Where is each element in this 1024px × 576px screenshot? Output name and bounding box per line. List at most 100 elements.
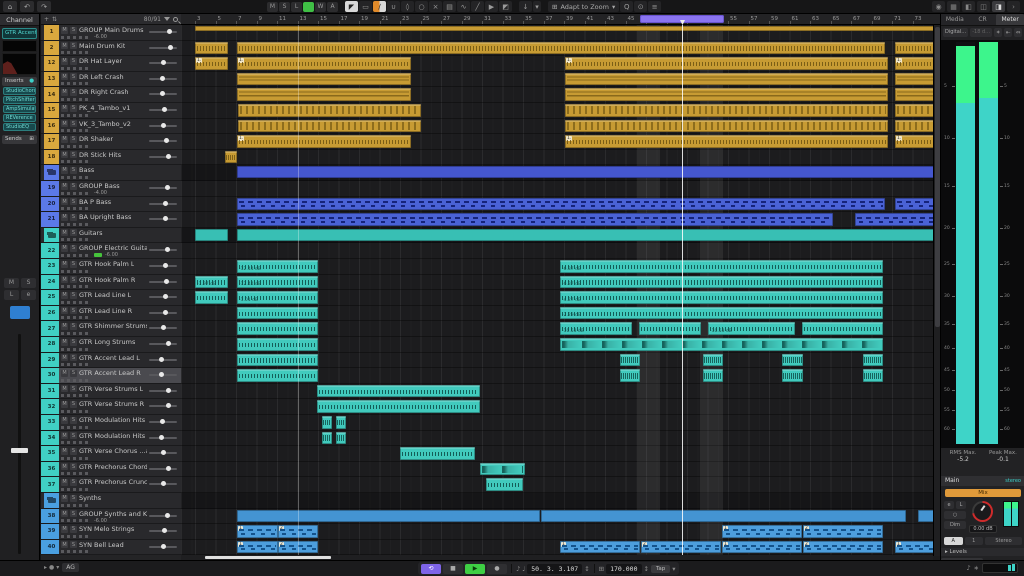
solo-button[interactable]: S — [70, 323, 77, 330]
track-mini-controls[interactable] — [61, 363, 91, 366]
folder-icon[interactable] — [44, 493, 59, 508]
solo-button[interactable]: S — [70, 495, 77, 502]
volume-slider[interactable] — [149, 93, 177, 95]
track-icon[interactable]: 37 — [44, 477, 59, 492]
meter-history-icon[interactable]: ⇤ — [1004, 28, 1012, 37]
status-left-icon[interactable]: ▸ — [44, 564, 47, 571]
channel-l-button[interactable]: L — [4, 290, 19, 300]
track-name[interactable]: GTR Modulation Hits R — [79, 432, 147, 440]
track-icon[interactable]: 27 — [44, 321, 59, 336]
midi-clip[interactable] — [237, 213, 833, 226]
vertical-scrollbar[interactable] — [933, 25, 940, 556]
volume-slider[interactable] — [149, 421, 177, 423]
autoscroll-dropdown[interactable]: ▾ — [533, 1, 541, 12]
mute-button[interactable]: M — [61, 73, 68, 80]
mute-button[interactable]: M — [61, 198, 68, 205]
track-icon[interactable]: 13 — [44, 72, 59, 87]
group-event-strip[interactable] — [237, 229, 940, 241]
meter-reset-icon[interactable]: ⇔ — [1014, 28, 1022, 37]
volume-slider-thumb[interactable] — [168, 45, 173, 50]
volume-slider-thumb[interactable] — [163, 216, 168, 221]
volume-slider[interactable] — [149, 483, 177, 485]
channel-s-button[interactable]: S — [21, 278, 36, 288]
quantize-button[interactable]: Q — [620, 1, 633, 12]
audio-clip[interactable] — [237, 369, 318, 382]
track-icon[interactable]: 25 — [44, 290, 59, 305]
track-row[interactable]: 34MSGTR Modulation Hits R — [41, 431, 181, 447]
solo-button[interactable]: S — [70, 245, 77, 252]
mute-button[interactable]: M — [61, 417, 68, 424]
volume-slider-thumb[interactable] — [160, 76, 165, 81]
tab-media[interactable]: Media — [941, 14, 969, 25]
track-name[interactable]: SYN Bell Lead — [79, 541, 124, 549]
status-left-icon[interactable]: ● — [49, 564, 54, 571]
track-icon[interactable]: 21 — [44, 212, 59, 227]
mute-button[interactable]: M — [61, 385, 68, 392]
mute-button[interactable]: M — [61, 401, 68, 408]
track-mini-controls[interactable] — [61, 441, 91, 444]
folder-icon[interactable] — [44, 228, 59, 243]
track-name[interactable]: DR Right Crash — [79, 88, 128, 96]
volume-slider[interactable] — [149, 390, 177, 392]
meter-settings-icon[interactable]: ✶ — [994, 28, 1002, 37]
automation-a-button[interactable]: A — [327, 2, 338, 12]
track-name[interactable]: VK_3_Tambo_v2 — [79, 120, 131, 128]
track-mini-controls[interactable] — [61, 504, 91, 507]
mute-button[interactable]: M — [61, 214, 68, 221]
right-zone-toggle[interactable]: ◨ — [992, 1, 1005, 12]
volume-slider-thumb[interactable] — [161, 544, 166, 549]
solo-button[interactable]: S — [70, 479, 77, 486]
draw-tool[interactable]: ╱ — [471, 1, 484, 12]
track-name[interactable]: SYN Melo Strings — [79, 525, 134, 533]
volume-slider-thumb[interactable] — [163, 263, 168, 268]
volume-slider[interactable] — [149, 31, 177, 33]
track-row[interactable]: 15MSPK_4_Tambo_v1 — [41, 103, 181, 119]
global-l-button[interactable]: L — [291, 2, 302, 12]
mute-button[interactable]: M — [61, 432, 68, 439]
volume-slider-thumb[interactable] — [159, 372, 164, 377]
track-mini-controls[interactable] — [61, 129, 91, 132]
track-row[interactable]: 33MSGTR Modulation Hits L — [41, 415, 181, 431]
track-mini-controls[interactable] — [61, 82, 91, 85]
track-name[interactable]: Guitars — [79, 229, 103, 237]
track-gain-value[interactable]: -6.00 — [105, 252, 118, 258]
track-icon[interactable]: 24 — [44, 275, 59, 290]
mute-button[interactable]: M — [61, 354, 68, 361]
solo-button[interactable]: S — [70, 510, 77, 517]
solo-button[interactable]: S — [70, 276, 77, 283]
track-row[interactable]: 32MSGTR Verse Strums R — [41, 399, 181, 415]
audio-clip[interactable] — [317, 400, 480, 413]
volume-slider-thumb[interactable] — [161, 60, 166, 65]
volume-slider-thumb[interactable] — [164, 279, 169, 284]
solo-button[interactable]: S — [70, 292, 77, 299]
select-tool[interactable]: ◤ — [345, 1, 358, 12]
track-mini-controls[interactable] — [61, 176, 91, 179]
tempo-display[interactable]: 170.000 — [606, 564, 641, 574]
audio-performance-meter[interactable] — [982, 563, 1018, 573]
volume-slider[interactable] — [149, 249, 177, 251]
mute-button[interactable]: M — [61, 136, 68, 143]
volume-slider-thumb[interactable] — [161, 481, 166, 486]
volume-slider[interactable] — [149, 109, 177, 111]
group-event-strip[interactable] — [541, 510, 906, 522]
solo-button[interactable]: S — [70, 151, 77, 158]
track-row[interactable]: 14MSDR Right Crash — [41, 87, 181, 103]
track-icon[interactable]: 33 — [44, 415, 59, 430]
track-gain-value[interactable]: -4.00 — [94, 190, 107, 196]
solo-button[interactable]: S — [70, 183, 77, 190]
mute-button[interactable]: M — [61, 183, 68, 190]
midi-clip[interactable]: 1 — [722, 541, 802, 554]
audio-clip[interactable]: -6.37 dB — [560, 260, 883, 273]
search-track-icon[interactable] — [173, 17, 178, 22]
track-visibility-count[interactable]: 80/91 — [144, 16, 161, 23]
levels-section-header[interactable]: ▸ Levels — [941, 548, 1024, 556]
hub-icon[interactable]: ⌂ — [3, 1, 17, 12]
track-row[interactable]: MSSynths — [41, 493, 181, 509]
track-name[interactable]: Main Drum Kit — [79, 42, 125, 50]
track-mini-controls[interactable] — [61, 348, 91, 351]
audio-clip[interactable] — [863, 354, 883, 367]
track-icon[interactable]: 2 — [44, 41, 59, 56]
audio-clip[interactable] — [639, 322, 701, 335]
insert-slot[interactable]: REVerence — [3, 114, 36, 122]
erase-tool[interactable]: ◊ — [401, 1, 414, 12]
